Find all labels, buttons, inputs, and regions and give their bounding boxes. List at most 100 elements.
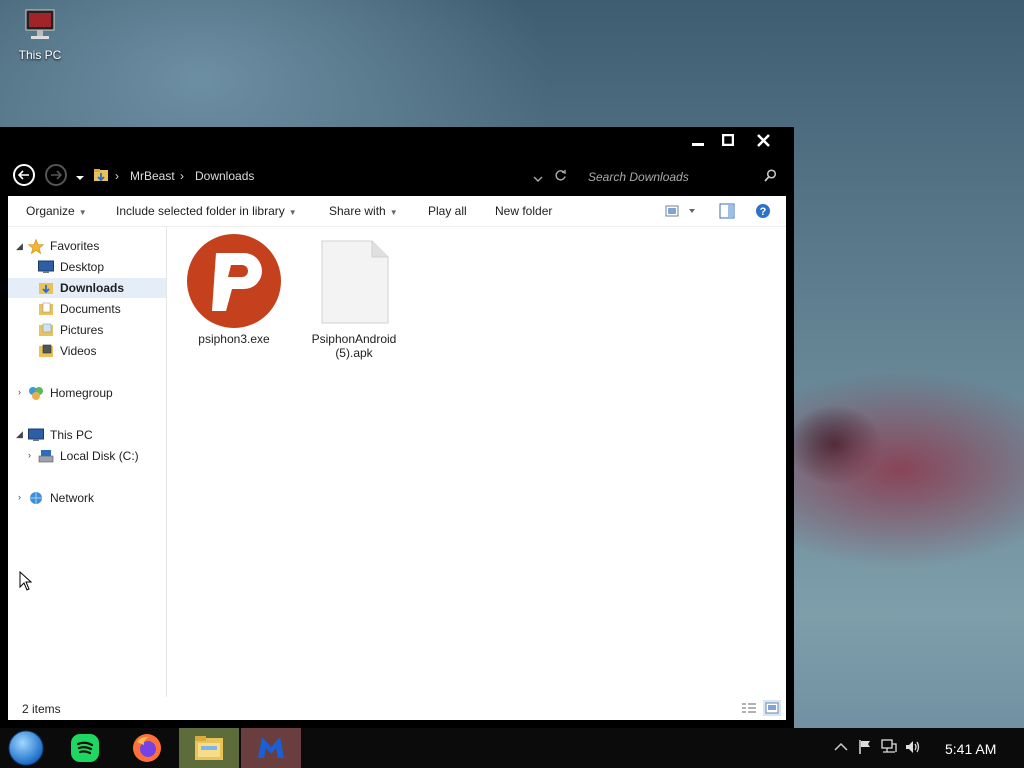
nav-network-label: Network bbox=[50, 491, 95, 505]
maximize-button[interactable] bbox=[711, 127, 745, 153]
nav-pictures[interactable]: Pictures bbox=[38, 320, 103, 340]
preview-pane-button[interactable] bbox=[719, 203, 735, 222]
videos-folder-icon bbox=[38, 344, 54, 358]
navigation-pane: ◢ Favorites Desktop Downloads Documents … bbox=[8, 227, 167, 697]
file-item[interactable]: psiphon3.exe bbox=[184, 233, 284, 346]
refresh-icon bbox=[555, 170, 566, 181]
computer-icon bbox=[28, 428, 44, 442]
nav-favorites-label: Favorites bbox=[50, 239, 100, 253]
hard-drive-icon bbox=[38, 449, 54, 463]
network-wired-icon bbox=[881, 739, 897, 753]
expand-arrow-icon[interactable]: › bbox=[28, 450, 31, 460]
share-with-button[interactable]: Share with ▼ bbox=[329, 204, 398, 218]
recent-locations-dropdown[interactable] bbox=[75, 171, 85, 185]
downloads-folder-icon bbox=[38, 281, 54, 295]
nav-this-pc[interactable]: This PC bbox=[28, 425, 93, 445]
nav-local-disk[interactable]: Local Disk (C:) bbox=[38, 446, 139, 466]
nav-documents-label: Documents bbox=[60, 302, 121, 316]
nav-this-pc-label: This PC bbox=[50, 428, 93, 442]
file-item[interactable]: PsiphonAndroid (5).apk bbox=[304, 233, 404, 360]
details-view-icon bbox=[742, 703, 756, 713]
expand-arrow-icon[interactable]: › bbox=[18, 387, 21, 397]
nav-favorites[interactable]: Favorites bbox=[27, 236, 100, 256]
nav-homegroup-label: Homegroup bbox=[50, 386, 113, 400]
desktop-icon bbox=[38, 260, 54, 274]
search-button[interactable] bbox=[764, 169, 777, 185]
maximize-icon bbox=[722, 134, 734, 146]
flag-icon bbox=[859, 740, 870, 754]
organize-button[interactable]: Organize ▼ bbox=[26, 204, 87, 218]
taskbar: 5:41 AM bbox=[0, 728, 1024, 768]
nav-network[interactable]: Network bbox=[28, 488, 94, 508]
breadcrumb-mrbeast[interactable]: MrBeast bbox=[130, 169, 175, 183]
this-pc-desktop-icon[interactable]: This PC bbox=[14, 8, 66, 62]
nav-desktop[interactable]: Desktop bbox=[38, 257, 104, 277]
include-in-library-button[interactable]: Include selected folder in library ▼ bbox=[116, 204, 297, 218]
folder-location-icon bbox=[93, 167, 109, 186]
folder-icon bbox=[195, 736, 223, 760]
details-view-button[interactable] bbox=[741, 701, 757, 718]
title-bar bbox=[0, 127, 794, 157]
refresh-button[interactable] bbox=[554, 169, 567, 185]
nav-videos[interactable]: Videos bbox=[38, 341, 96, 361]
taskbar-clock[interactable]: 5:41 AM bbox=[945, 741, 996, 757]
change-view-button[interactable] bbox=[665, 204, 695, 221]
item-count: 2 items bbox=[22, 702, 61, 716]
close-button[interactable] bbox=[746, 127, 780, 153]
taskbar-file-explorer[interactable] bbox=[179, 728, 239, 768]
back-button[interactable] bbox=[13, 164, 35, 186]
forward-arrow-icon bbox=[45, 164, 67, 186]
status-bar: 2 items bbox=[8, 698, 786, 720]
nav-pictures-label: Pictures bbox=[60, 323, 104, 337]
breadcrumb-separator: › bbox=[180, 169, 184, 183]
show-hidden-icons-button[interactable] bbox=[834, 740, 848, 755]
malwarebytes-icon bbox=[258, 737, 284, 758]
star-icon bbox=[27, 238, 45, 255]
volume-button[interactable] bbox=[905, 739, 921, 758]
nav-homegroup[interactable]: Homegroup bbox=[28, 383, 113, 403]
forward-button[interactable] bbox=[45, 164, 67, 186]
collapse-arrow-icon[interactable]: ◢ bbox=[16, 429, 23, 440]
nav-desktop-label: Desktop bbox=[60, 260, 105, 274]
help-button[interactable]: ? bbox=[755, 203, 771, 222]
expand-arrow-icon[interactable]: › bbox=[18, 492, 21, 502]
svg-text:?: ? bbox=[760, 206, 767, 218]
explorer-content: Organize ▼ Include selected folder in lib… bbox=[8, 196, 786, 720]
start-orb-icon bbox=[8, 730, 44, 766]
chevron-up-icon bbox=[834, 742, 848, 751]
generic-file-icon bbox=[306, 233, 402, 329]
firefox-icon bbox=[133, 734, 161, 762]
new-folder-button[interactable]: New folder bbox=[495, 204, 552, 218]
taskbar-malwarebytes[interactable] bbox=[241, 728, 301, 768]
action-center-button[interactable] bbox=[858, 739, 872, 758]
minimize-button[interactable] bbox=[681, 127, 715, 153]
psiphon-app-icon bbox=[186, 233, 282, 329]
collapse-arrow-icon[interactable]: ◢ bbox=[16, 241, 23, 252]
nav-videos-label: Videos bbox=[60, 344, 97, 358]
share-label: Share with bbox=[329, 204, 386, 218]
search-input[interactable]: Search Downloads bbox=[588, 170, 689, 184]
explorer-window: › MrBeast › Downloads Search Downloads O… bbox=[0, 127, 794, 728]
chevron-down-icon bbox=[76, 176, 84, 180]
taskbar-firefox[interactable] bbox=[117, 728, 177, 768]
minimize-icon bbox=[692, 143, 704, 146]
breadcrumb-separator: › bbox=[115, 169, 119, 183]
nav-downloads-label: Downloads bbox=[60, 281, 125, 295]
nav-downloads[interactable]: Downloads bbox=[8, 278, 166, 298]
address-dropdown-button[interactable] bbox=[533, 172, 543, 186]
start-button[interactable] bbox=[0, 728, 52, 768]
breadcrumb-downloads[interactable]: Downloads bbox=[195, 169, 254, 183]
file-name: psiphon3.exe bbox=[198, 332, 270, 346]
network-status-button[interactable] bbox=[881, 739, 897, 758]
nav-documents[interactable]: Documents bbox=[38, 299, 121, 319]
back-arrow-icon bbox=[13, 164, 35, 186]
taskbar-spotify[interactable] bbox=[55, 728, 115, 768]
caret-icon: ▼ bbox=[78, 208, 87, 217]
cursor-arrow-icon bbox=[19, 570, 33, 591]
large-icons-view-icon bbox=[763, 700, 781, 716]
file-name: PsiphonAndroid (5).apk bbox=[311, 332, 397, 360]
view-icon bbox=[665, 205, 695, 217]
large-icons-view-button[interactable] bbox=[763, 700, 781, 719]
play-all-button[interactable]: Play all bbox=[428, 204, 467, 218]
mouse-cursor bbox=[19, 570, 33, 594]
